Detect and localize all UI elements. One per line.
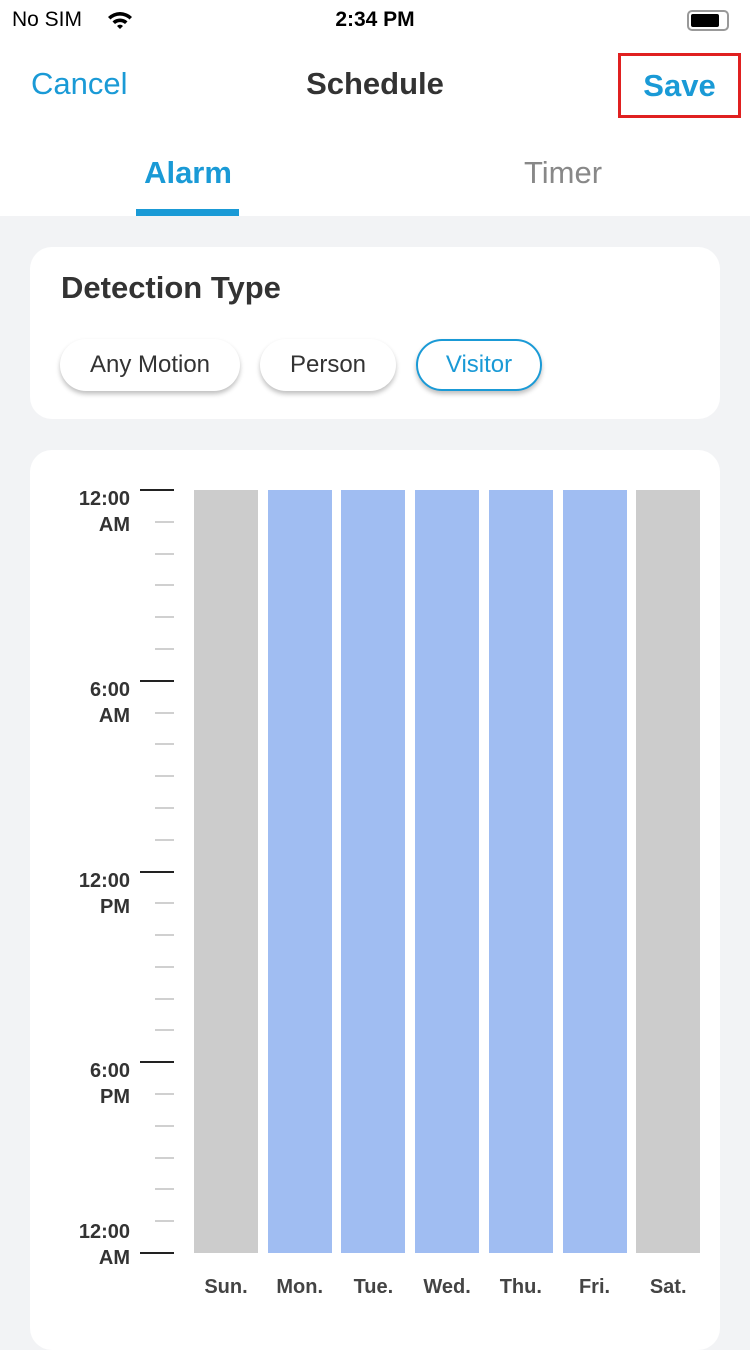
chip-person[interactable]: Person [260, 339, 396, 391]
major-tick [140, 679, 174, 682]
tab-timer[interactable]: Timer [453, 155, 673, 191]
detection-type-title: Detection Type [61, 270, 281, 305]
minor-tick [155, 616, 174, 619]
day-label: Sun. [204, 1276, 248, 1298]
time-label: 12:00 AM [50, 1219, 130, 1271]
minor-tick [155, 743, 174, 746]
chip-visitor[interactable]: Visitor [416, 339, 542, 391]
clock: 2:34 PM [335, 8, 415, 31]
battery-icon [687, 10, 729, 31]
minor-tick [155, 1156, 174, 1159]
time-label-line: 12:00 [78, 1221, 130, 1243]
minor-tick [155, 520, 174, 523]
minor-tick [155, 775, 174, 778]
minor-tick [155, 934, 174, 937]
major-tick [140, 870, 174, 873]
day-column-wed[interactable] [415, 490, 480, 1253]
day-column-sat[interactable] [636, 490, 701, 1253]
chip-any-motion[interactable]: Any Motion [60, 339, 240, 391]
minor-tick [155, 1220, 174, 1223]
day-label: Sat. [649, 1276, 687, 1298]
minor-tick [155, 902, 174, 905]
minor-tick [155, 997, 174, 1000]
minor-tick [155, 965, 174, 968]
time-label-line: AM [98, 1247, 130, 1269]
major-tick [140, 1061, 174, 1064]
minor-tick [155, 1188, 174, 1191]
minor-tick [155, 552, 174, 555]
tab-alarm[interactable]: Alarm [78, 155, 298, 191]
day-column-sun[interactable] [194, 490, 258, 1253]
minor-tick [155, 647, 174, 650]
day-column-mon[interactable] [267, 490, 332, 1253]
active-tab-indicator [136, 209, 239, 216]
save-label: Save [643, 67, 716, 103]
day-label: Thu. [499, 1276, 542, 1298]
time-label-line: 6:00 [89, 678, 130, 701]
time-label: 6:00 AM [50, 677, 130, 729]
major-tick [140, 489, 174, 491]
day-label: Fri. [578, 1276, 611, 1298]
major-tick [140, 1252, 174, 1254]
time-label-line: 6:00 [89, 1060, 130, 1083]
save-button[interactable]: Save [618, 53, 741, 118]
time-label-line: PM [100, 1086, 130, 1109]
day-column-thu[interactable] [488, 490, 553, 1253]
minor-tick [155, 1093, 174, 1096]
minor-tick [155, 584, 174, 587]
day-label: Wed. [423, 1276, 471, 1298]
day-label: Mon. [276, 1276, 324, 1298]
time-label: 12:00 PM [50, 868, 130, 920]
time-label-line: AM [98, 514, 130, 536]
minor-tick [155, 711, 174, 714]
time-label-line: AM [98, 704, 130, 727]
minor-tick [155, 1124, 174, 1127]
day-column-tue[interactable] [341, 490, 406, 1253]
time-label: 12:00 AM [50, 486, 130, 538]
minor-tick [155, 838, 174, 841]
minor-tick [155, 806, 174, 809]
time-label-line: 12:00 [78, 488, 130, 510]
minor-tick [155, 1029, 174, 1032]
time-label-line: PM [100, 895, 130, 918]
time-label-line: 12:00 [78, 869, 130, 892]
day-column-fri[interactable] [562, 490, 627, 1253]
day-label: Tue. [353, 1276, 394, 1298]
time-label: 6:00 PM [50, 1058, 130, 1110]
cancel-button[interactable]: Cancel [31, 66, 128, 102]
